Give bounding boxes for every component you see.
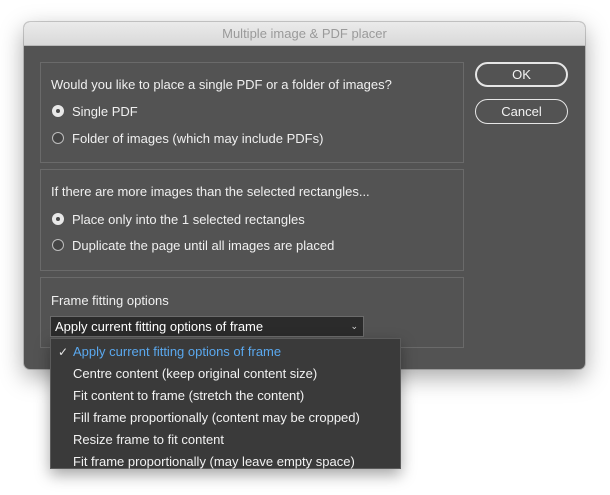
checkmark-icon: ✓ [58,345,69,359]
window-title: Multiple image & PDF placer [24,22,585,46]
radio-place-only-selected[interactable]: Place only into the 1 selected rectangle… [52,211,305,227]
dropdown-item-label: Apply current fitting options of frame [73,344,282,359]
cancel-button[interactable]: Cancel [475,99,568,124]
dropdown-item-label: Fit frame proportionally (may leave empt… [73,454,355,469]
radio-button-checked[interactable] [52,105,64,117]
radio-label: Folder of images (which may include PDFs… [72,130,324,146]
radio-label: Place only into the 1 selected rectangle… [72,211,305,227]
placer-dialog: Multiple image & PDF placer Would you li… [24,22,585,369]
dropdown-item-resize-frame[interactable]: Resize frame to fit content [51,429,400,451]
frame-fitting-dropdown: ✓ Apply current fitting options of frame… [50,338,401,469]
dropdown-item-fill-frame-proportionally[interactable]: Fill frame proportionally (content may b… [51,407,400,429]
dropdown-item-label: Resize frame to fit content [73,432,225,447]
radio-single-pdf[interactable]: Single PDF [52,103,138,119]
dropdown-item-label: Centre content (keep original content si… [73,366,318,381]
frame-fitting-heading: Frame fitting options [51,293,169,308]
source-type-question: Would you like to place a single PDF or … [51,77,392,92]
radio-label: Single PDF [72,103,138,119]
dropdown-item-centre-content[interactable]: Centre content (keep original content si… [51,363,400,385]
source-type-panel: Would you like to place a single PDF or … [40,62,464,163]
frame-fitting-select[interactable]: Apply current fitting options of frame ⌄ [50,316,364,337]
select-value: Apply current fitting options of frame [55,319,264,334]
dropdown-item-fit-frame-proportionally[interactable]: Fit frame proportionally (may leave empt… [51,451,400,473]
radio-label: Duplicate the page until all images are … [72,237,335,253]
dropdown-item-apply-current[interactable]: ✓ Apply current fitting options of frame [51,341,400,363]
dropdown-item-fit-content-to-frame[interactable]: Fit content to frame (stretch the conten… [51,385,400,407]
ok-button[interactable]: OK [475,62,568,87]
dropdown-item-label: Fill frame proportionally (content may b… [73,410,360,425]
radio-duplicate-page[interactable]: Duplicate the page until all images are … [52,237,334,253]
radio-button[interactable] [52,239,64,251]
radio-button-checked[interactable] [52,213,64,225]
overflow-question: If there are more images than the select… [51,184,370,199]
chevron-down-icon: ⌄ [350,321,358,331]
overflow-panel: If there are more images than the select… [40,169,464,271]
radio-button[interactable] [52,132,64,144]
dropdown-item-label: Fit content to frame (stretch the conten… [73,388,305,403]
radio-folder-of-images[interactable]: Folder of images (which may include PDFs… [52,130,323,146]
